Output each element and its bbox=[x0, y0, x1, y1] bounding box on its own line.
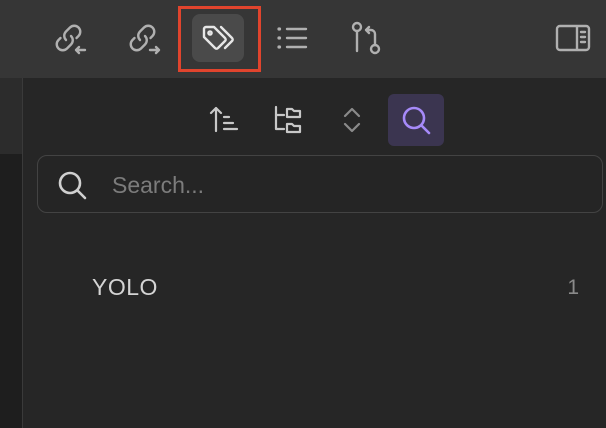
link-incoming-icon bbox=[55, 24, 87, 55]
search-icon bbox=[402, 106, 431, 135]
sidebar-tab-bar bbox=[0, 0, 606, 78]
tag-search-field[interactable] bbox=[37, 155, 603, 214]
tag-count: 1 bbox=[567, 276, 579, 299]
editor-edge bbox=[0, 78, 23, 428]
chevrons-up-down-icon bbox=[343, 107, 361, 133]
tab-outgoing-links[interactable] bbox=[117, 14, 169, 62]
sort-button[interactable] bbox=[196, 94, 252, 146]
tab-backlinks[interactable] bbox=[43, 14, 95, 62]
collapse-expand-button[interactable] bbox=[324, 94, 380, 146]
nested-tags-icon bbox=[274, 105, 302, 134]
nested-tags-button[interactable] bbox=[260, 94, 316, 146]
tag-list-item[interactable]: YOLO 1 bbox=[36, 262, 596, 312]
editor-header-edge bbox=[0, 78, 22, 154]
link-outgoing-icon bbox=[129, 24, 161, 55]
toggle-sidebar-button[interactable] bbox=[547, 14, 599, 62]
search-icon bbox=[58, 171, 87, 200]
right-sidebar: YOLO 1 bbox=[0, 0, 606, 428]
git-compare-icon bbox=[351, 21, 381, 55]
search-input[interactable] bbox=[110, 156, 594, 214]
tab-outline[interactable] bbox=[266, 14, 318, 62]
search-toggle-button[interactable] bbox=[388, 94, 444, 146]
tab-file-properties[interactable] bbox=[340, 14, 392, 62]
list-icon bbox=[277, 27, 308, 49]
sidebar-right-icon bbox=[555, 24, 591, 52]
highlight-box bbox=[178, 6, 261, 72]
tag-name: YOLO bbox=[92, 274, 158, 300]
sort-icon bbox=[209, 106, 239, 133]
